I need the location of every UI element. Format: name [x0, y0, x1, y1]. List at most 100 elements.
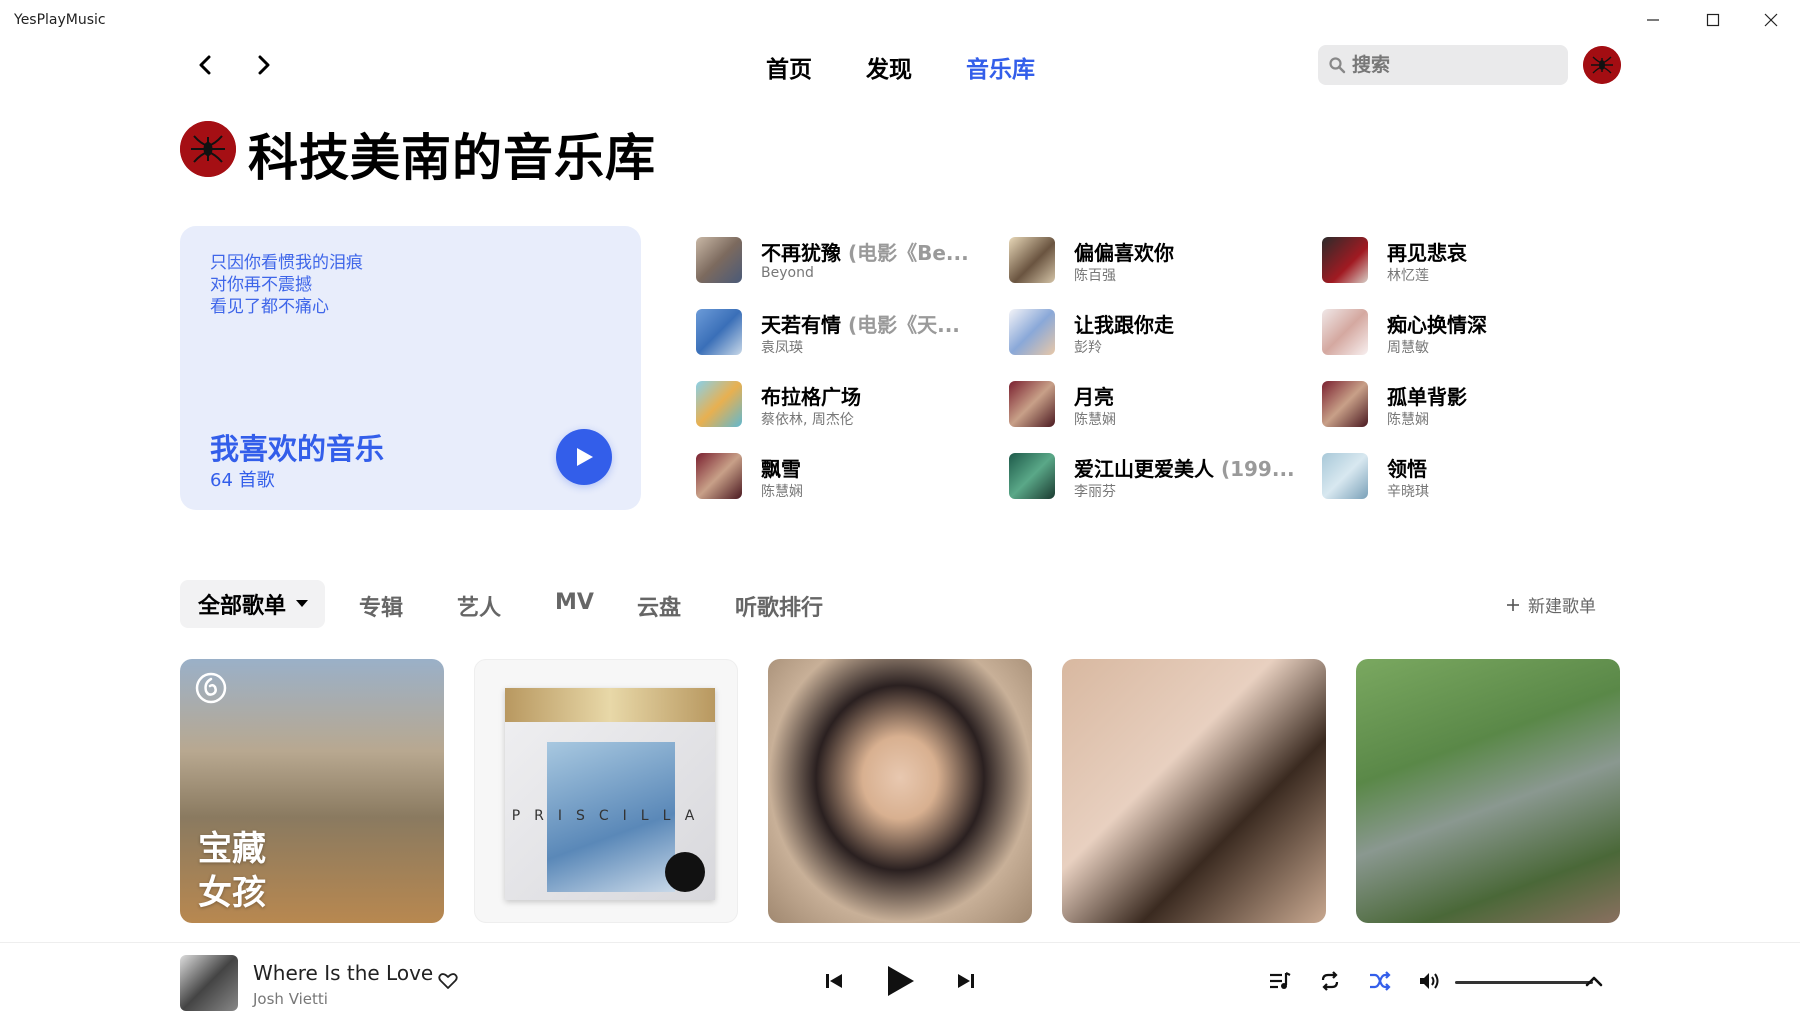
- song-title: 爱江山更爱美人 (199...: [1074, 457, 1295, 481]
- song-item[interactable]: 领悟 辛晓琪: [1322, 452, 1612, 500]
- song-title: 不再犹豫 (电影《Be...: [761, 241, 969, 265]
- repeat-button[interactable]: [1316, 967, 1344, 995]
- song-artist: 陈慧娴: [1387, 412, 1429, 428]
- song-item[interactable]: 不再犹豫 (电影《Be... Beyond: [696, 236, 986, 284]
- spider-icon: [1583, 46, 1621, 84]
- tab-ranking[interactable]: 听歌排行: [735, 590, 823, 622]
- song-item[interactable]: 痴心换情深 周慧敏: [1322, 308, 1612, 356]
- tab-home[interactable]: 首页: [766, 50, 812, 84]
- song-item[interactable]: 偏偏喜欢你 陈百强: [1009, 236, 1299, 284]
- tab-mv[interactable]: MV: [555, 590, 594, 615]
- song-title: 布拉格广场: [761, 385, 861, 409]
- volume-button[interactable]: [1416, 967, 1444, 995]
- close-icon: [1764, 13, 1778, 27]
- liked-songs-title: 我喜欢的音乐: [210, 432, 385, 466]
- lyric-line: 看见了都不痛心: [210, 297, 329, 317]
- song-cover: [696, 237, 742, 283]
- song-title: 痴心换情深: [1387, 313, 1487, 337]
- like-button[interactable]: [436, 969, 460, 993]
- lyrics-preview: 只因你看惯我的泪痕 对你再不震撼 看见了都不痛心: [210, 252, 363, 318]
- next-button[interactable]: [952, 967, 980, 995]
- song-item[interactable]: 天若有情 (电影《天... 袁凤瑛: [696, 308, 986, 356]
- song-artist: 陈慧娴: [761, 484, 803, 500]
- now-playing-cover[interactable]: [180, 955, 238, 1011]
- now-playing-title[interactable]: Where Is the Love: [253, 961, 433, 985]
- song-item[interactable]: 让我跟你走 彭羚: [1009, 308, 1299, 356]
- song-cover: [696, 453, 742, 499]
- tab-all-playlists[interactable]: 全部歌单: [180, 580, 325, 628]
- cover-text-line: 宝藏: [198, 829, 266, 869]
- liked-songs-card[interactable]: 只因你看惯我的泪痕 对你再不震撼 看见了都不痛心 我喜欢的音乐 64 首歌: [180, 226, 641, 510]
- song-title: 偏偏喜欢你: [1074, 241, 1174, 265]
- search-box[interactable]: [1318, 45, 1568, 85]
- tab-albums[interactable]: 专辑: [359, 590, 403, 622]
- song-title: 天若有情 (电影《天...: [761, 313, 960, 337]
- player-bar: Where Is the Love Josh Vietti: [0, 942, 1800, 1020]
- chevron-up-icon: [1585, 976, 1603, 987]
- tab-cloud[interactable]: 云盘: [637, 590, 681, 622]
- skip-previous-icon: [826, 974, 842, 988]
- shuffle-button[interactable]: [1366, 967, 1394, 995]
- search-input[interactable]: [1352, 54, 1552, 76]
- album-box-text: PRISCILLA: [511, 808, 709, 824]
- song-item[interactable]: 再见悲哀 林忆莲: [1322, 236, 1612, 284]
- close-button[interactable]: [1748, 6, 1794, 34]
- cover-text-line: 女孩: [198, 873, 266, 913]
- playlist-cover[interactable]: 宝藏 女孩: [180, 659, 444, 923]
- tab-artists[interactable]: 艺人: [457, 590, 501, 622]
- shuffle-icon: [1370, 971, 1391, 991]
- song-item[interactable]: 月亮 陈慧娴: [1009, 380, 1299, 428]
- song-artist: 周慧敏: [1387, 340, 1429, 356]
- song-title: 再见悲哀: [1387, 241, 1467, 265]
- song-artist: 辛晓琪: [1387, 484, 1429, 500]
- song-title: 孤单背影: [1387, 385, 1467, 409]
- volume-slider[interactable]: [1455, 981, 1593, 984]
- maximize-button[interactable]: [1690, 6, 1736, 34]
- song-artist: 陈百强: [1074, 268, 1116, 284]
- minimize-icon: [1647, 19, 1659, 21]
- playlist-cover[interactable]: PRISCILLA: [474, 659, 738, 923]
- tab-library[interactable]: 音乐库: [966, 50, 1035, 84]
- tab-discover[interactable]: 发现: [866, 50, 912, 84]
- song-artist: 林忆莲: [1387, 268, 1429, 284]
- caret-down-icon: [296, 600, 309, 607]
- play-pause-button[interactable]: [880, 961, 920, 1001]
- skip-next-icon: [958, 974, 974, 988]
- album-box-band: [505, 688, 715, 722]
- library-avatar: [180, 121, 236, 177]
- playlist-cover[interactable]: [768, 659, 1032, 923]
- back-button[interactable]: [188, 48, 222, 82]
- lyric-line: 只因你看惯我的泪痕: [210, 253, 363, 273]
- playlist-cover[interactable]: [1356, 659, 1620, 923]
- previous-button[interactable]: [820, 967, 848, 995]
- expand-player-button[interactable]: [1580, 967, 1608, 995]
- playlist-cover[interactable]: [1062, 659, 1326, 923]
- song-grid: 不再犹豫 (电影《Be... Beyond 偏偏喜欢你 陈百强 再见悲哀 林忆莲…: [696, 236, 1636, 512]
- playlist-queue-button[interactable]: [1266, 967, 1294, 995]
- song-artist: 李丽芬: [1074, 484, 1116, 500]
- heart-icon: [438, 973, 458, 989]
- song-item[interactable]: 孤单背影 陈慧娴: [1322, 380, 1612, 428]
- song-artist: 袁凤瑛: [761, 340, 803, 356]
- song-item[interactable]: 飘雪 陈慧娴: [696, 452, 986, 500]
- song-cover: [696, 381, 742, 427]
- liked-songs-count: 64 首歌: [210, 470, 275, 491]
- song-cover: [1322, 237, 1368, 283]
- song-cover: [1009, 453, 1055, 499]
- user-avatar[interactable]: [1583, 46, 1621, 84]
- new-playlist-button[interactable]: 新建歌单: [1506, 592, 1596, 617]
- chevron-left-icon: [199, 55, 211, 75]
- lyric-line: 对你再不震撼: [210, 275, 312, 295]
- song-item[interactable]: 布拉格广场 蔡依林, 周杰伦: [696, 380, 986, 428]
- song-artist: Beyond: [761, 265, 814, 281]
- song-title: 让我跟你走: [1074, 313, 1174, 337]
- forward-button[interactable]: [247, 48, 281, 82]
- search-icon: [1329, 57, 1346, 74]
- song-cover: [1009, 309, 1055, 355]
- song-item[interactable]: 爱江山更爱美人 (199... 李丽芬: [1009, 452, 1299, 500]
- minimize-button[interactable]: [1630, 6, 1676, 34]
- now-playing-artist[interactable]: Josh Vietti: [253, 990, 328, 1008]
- play-liked-button[interactable]: [556, 429, 612, 485]
- song-cover: [1009, 237, 1055, 283]
- new-playlist-label: 新建歌单: [1528, 597, 1596, 617]
